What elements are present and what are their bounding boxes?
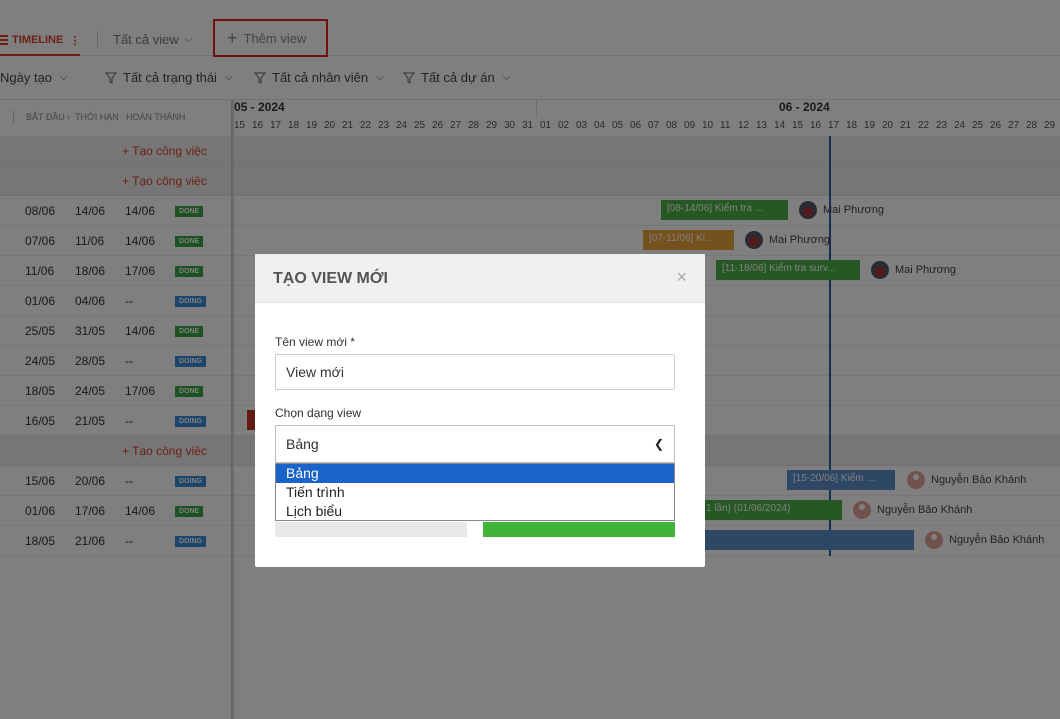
dialog-header: TẠO VIEW MỚI × (255, 254, 705, 303)
option-progress[interactable]: Tiến trình (276, 483, 674, 502)
chevron-down-icon: ❮ (653, 437, 664, 451)
view-type-label: Chọn dạng view (275, 406, 362, 420)
view-type-options: Bảng Tiến trình Lịch biểu (275, 463, 675, 521)
dialog-title: TẠO VIEW MỚI (273, 270, 388, 287)
view-type-selected: Bảng (286, 436, 319, 452)
view-name-input[interactable] (275, 354, 675, 390)
option-schedule[interactable]: Lịch biểu (276, 502, 674, 521)
cancel-button[interactable] (275, 522, 467, 537)
create-button[interactable] (483, 522, 675, 537)
view-name-label: Tên view mới * (275, 335, 355, 349)
close-icon[interactable]: × (676, 267, 687, 288)
option-table[interactable]: Bảng (276, 464, 674, 483)
view-type-select[interactable]: Bảng ❮ (275, 425, 675, 463)
